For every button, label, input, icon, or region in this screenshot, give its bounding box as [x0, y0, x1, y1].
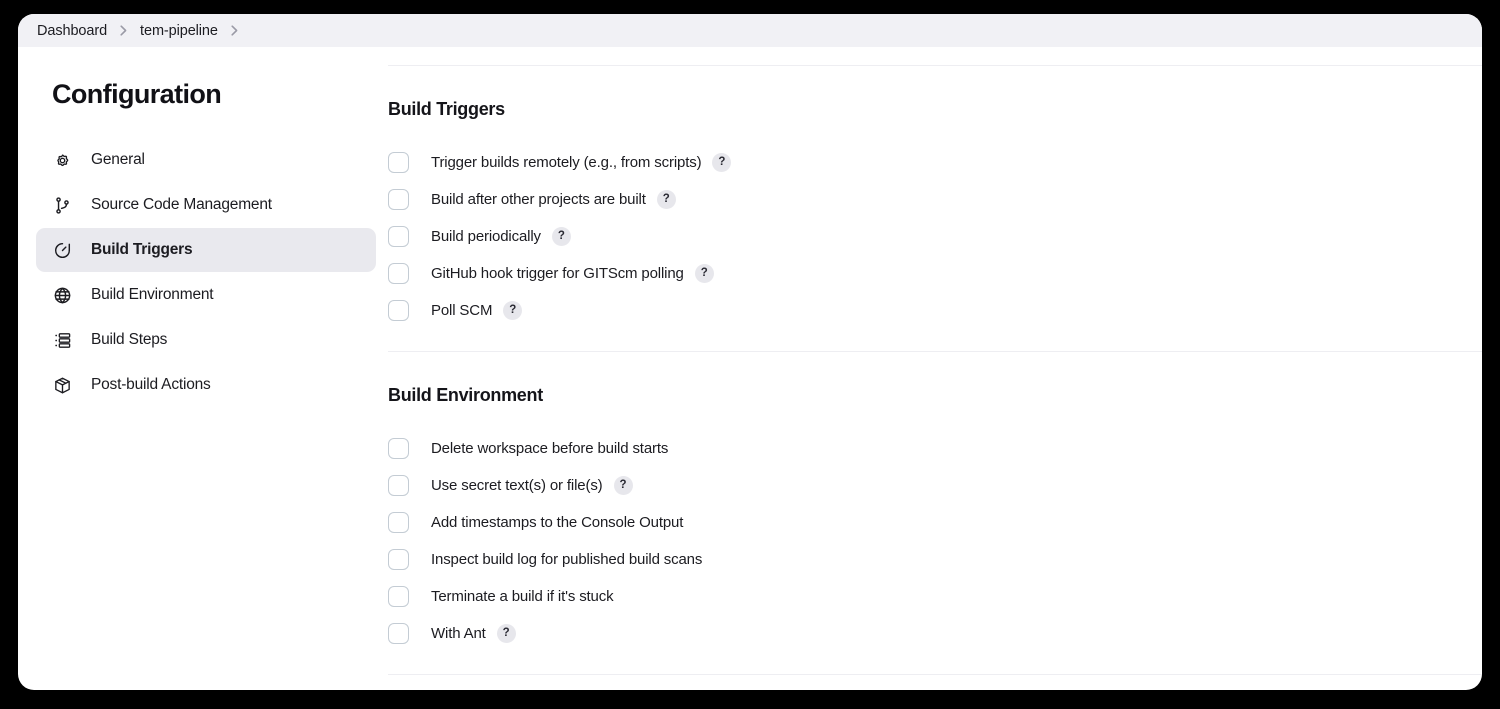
chevron-right-icon: [120, 25, 127, 36]
sidebar-item-source-code-management[interactable]: Source Code Management: [36, 183, 376, 227]
help-icon[interactable]: ?: [712, 153, 732, 172]
configuration-sidebar: Configuration General Source Code Manage…: [18, 47, 388, 690]
option-row: Inspect build log for published build sc…: [388, 541, 1482, 578]
checkbox-with-ant[interactable]: [388, 623, 409, 644]
help-icon[interactable]: ?: [551, 227, 571, 246]
checkbox-terminate-stuck-build[interactable]: [388, 586, 409, 607]
option-label: Delete workspace before build starts: [431, 440, 669, 457]
option-row: Build periodically ?: [388, 218, 1482, 255]
option-label: Trigger builds remotely (e.g., from scri…: [431, 154, 702, 171]
option-label: Use secret text(s) or file(s): [431, 477, 603, 494]
option-label: Add timestamps to the Console Output: [431, 514, 684, 531]
section-title-build-triggers: Build Triggers: [388, 99, 505, 119]
sidebar-item-general[interactable]: General: [36, 138, 376, 182]
checkbox-build-periodically[interactable]: [388, 226, 409, 247]
divider-between-sections: [388, 351, 1482, 352]
checkbox-use-secret-text-or-file[interactable]: [388, 475, 409, 496]
sidebar-item-build-environment[interactable]: Build Environment: [36, 273, 376, 317]
list-icon: [52, 330, 73, 351]
option-label: Terminate a build if it's stuck: [431, 588, 614, 605]
sidebar-item-build-triggers[interactable]: Build Triggers: [36, 228, 376, 272]
option-label: GitHub hook trigger for GITScm polling: [431, 265, 684, 282]
option-label: Inspect build log for published build sc…: [431, 551, 703, 568]
sidebar-item-build-steps[interactable]: Build Steps: [36, 318, 376, 362]
section-spacer-bottom: [388, 652, 1482, 674]
gear-icon: [52, 150, 73, 171]
checkbox-build-after-other-projects[interactable]: [388, 189, 409, 210]
app-window: Dashboard tem-pipeline Configuration Gen…: [18, 14, 1482, 690]
help-icon[interactable]: ?: [694, 264, 714, 283]
checkbox-add-timestamps[interactable]: [388, 512, 409, 533]
sidebar-nav: General Source Code Management Build Tri…: [36, 138, 376, 407]
option-list-build-environment: Delete workspace before build starts Use…: [388, 430, 1482, 652]
sidebar-item-label-build-environment: Build Environment: [91, 286, 214, 303]
section-build-triggers: Build Triggers Trigger builds remotely (…: [388, 99, 1482, 329]
checkbox-trigger-builds-remotely[interactable]: [388, 152, 409, 173]
help-icon[interactable]: ?: [496, 624, 516, 643]
option-list-build-triggers: Trigger builds remotely (e.g., from scri…: [388, 144, 1482, 329]
option-row: Use secret text(s) or file(s) ?: [388, 467, 1482, 504]
option-row: With Ant ?: [388, 615, 1482, 652]
option-row: Delete workspace before build starts: [388, 430, 1482, 467]
checkbox-delete-workspace[interactable]: [388, 438, 409, 459]
option-row: Terminate a build if it's stuck: [388, 578, 1482, 615]
option-label: Poll SCM: [431, 302, 493, 319]
option-row: Trigger builds remotely (e.g., from scri…: [388, 144, 1482, 181]
section-title-build-environment: Build Environment: [388, 385, 543, 405]
sidebar-item-label-general: General: [91, 151, 145, 168]
clock-timer-icon: [52, 240, 73, 261]
section-build-environment: Build Environment Delete workspace befor…: [388, 385, 1482, 652]
option-row: GitHub hook trigger for GITScm polling ?: [388, 255, 1482, 292]
sidebar-item-label-build-triggers: Build Triggers: [91, 241, 193, 258]
breadcrumb-item-dashboard[interactable]: Dashboard: [37, 23, 107, 39]
divider-bottom: [388, 674, 1482, 675]
page-title: Configuration: [52, 79, 222, 109]
help-icon[interactable]: ?: [503, 301, 523, 320]
checkbox-poll-scm[interactable]: [388, 300, 409, 321]
option-label: With Ant: [431, 625, 486, 642]
sidebar-item-label-scm: Source Code Management: [91, 196, 272, 213]
help-icon[interactable]: ?: [656, 190, 676, 209]
breadcrumb: Dashboard tem-pipeline: [18, 14, 1482, 47]
option-label: Build periodically: [431, 228, 541, 245]
package-box-icon: [52, 375, 73, 396]
window-body: Configuration General Source Code Manage…: [18, 47, 1482, 690]
sidebar-item-post-build-actions[interactable]: Post-build Actions: [36, 363, 376, 407]
breadcrumb-item-pipeline[interactable]: tem-pipeline: [140, 23, 218, 39]
option-row: Add timestamps to the Console Output: [388, 504, 1482, 541]
checkbox-github-hook-trigger[interactable]: [388, 263, 409, 284]
configuration-main: Build Triggers Trigger builds remotely (…: [388, 47, 1482, 690]
globe-icon: [52, 285, 73, 306]
chevron-right-icon-2: [231, 25, 238, 36]
sidebar-item-label-post-build: Post-build Actions: [91, 376, 211, 393]
option-row: Build after other projects are built ?: [388, 181, 1482, 218]
git-branch-icon: [52, 195, 73, 216]
option-label: Build after other projects are built: [431, 191, 646, 208]
checkbox-inspect-build-log[interactable]: [388, 549, 409, 570]
divider-top: [388, 65, 1482, 66]
option-row: Poll SCM ?: [388, 292, 1482, 329]
help-icon[interactable]: ?: [613, 476, 633, 495]
sidebar-item-label-build-steps: Build Steps: [91, 331, 168, 348]
